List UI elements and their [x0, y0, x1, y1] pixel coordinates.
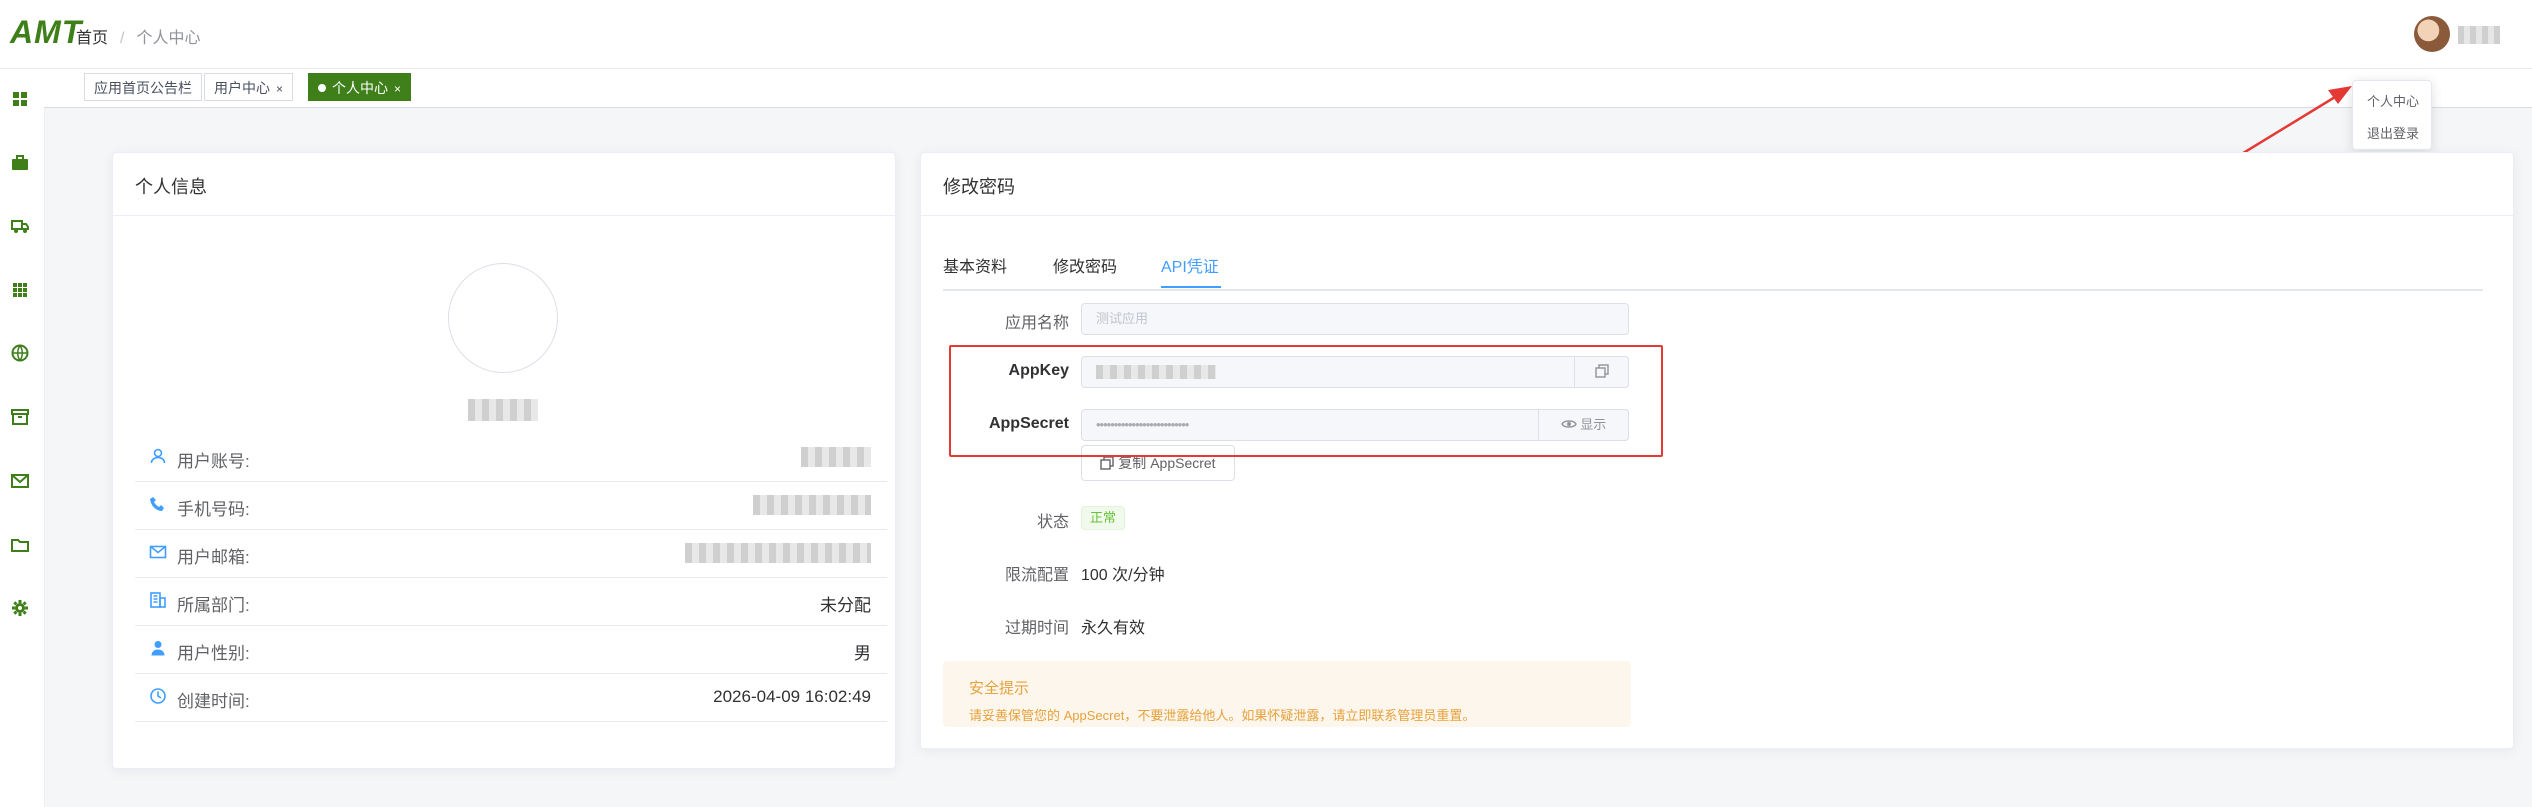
rate-limit-value: 100 次/分钟: [1081, 567, 1165, 584]
info-label: 创建时间:: [177, 692, 250, 711]
info-row-phone: 手机号码:: [135, 481, 887, 530]
building-icon: [150, 592, 166, 608]
profile-card: 个人信息 用户账号: 手机号码: 用户邮箱: 所属部门: 未分配 用户性别: 男…: [112, 152, 896, 769]
folder-icon[interactable]: [10, 535, 30, 555]
clock-icon: [150, 688, 166, 704]
tab-active-indicator: [1161, 286, 1221, 288]
user-avatar-menu[interactable]: [2414, 16, 2504, 56]
tag-app-notice[interactable]: 应用首页公告栏: [84, 73, 202, 101]
status-label: 状态: [1036, 514, 1069, 531]
email-value-blurred: [685, 543, 871, 563]
app-name-label: 应用名称: [1004, 315, 1069, 332]
top-bar: AMT 首页 / 个人中心: [0, 0, 2532, 69]
profile-name-blurred: [468, 399, 538, 421]
alert-description: 请妥善保管您的 AppSecret，不要泄露给他人。如果怀疑泄露，请立即联系管理…: [969, 708, 1476, 723]
gender-value: 男: [854, 644, 871, 663]
active-dot-icon: [318, 84, 326, 92]
info-row-created: 创建时间: 2026-04-09 16:02:49: [135, 673, 887, 722]
tag-label: 应用首页公告栏: [94, 80, 192, 96]
annotation-highlight-box: [949, 345, 1663, 457]
breadcrumb-home[interactable]: 首页: [76, 30, 108, 47]
info-label: 用户邮箱:: [177, 548, 250, 567]
tag-label: 用户中心: [214, 80, 270, 96]
phone-icon: [150, 497, 164, 511]
tab-change-password[interactable]: 修改密码: [1053, 253, 1117, 277]
phone-value-blurred: [753, 495, 871, 515]
tag-label: 个人中心: [332, 80, 388, 96]
tab-basic-info[interactable]: 基本资料: [943, 253, 1007, 277]
info-label: 手机号码:: [177, 500, 250, 519]
info-row-gender: 用户性别: 男: [135, 625, 887, 674]
user-dropdown-menu: 个人中心 退出登录: [2352, 80, 2432, 150]
dashboard-icon[interactable]: [10, 89, 30, 109]
close-icon[interactable]: ×: [394, 82, 401, 96]
info-label: 用户性别:: [177, 644, 250, 663]
menu-item-logout[interactable]: 退出登录: [2367, 123, 2419, 142]
tag-user-center[interactable]: 用户中心 ×: [204, 73, 294, 101]
info-row-department: 所属部门: 未分配: [135, 577, 887, 626]
expire-value: 永久有效: [1081, 620, 1146, 637]
breadcrumb-separator: /: [120, 30, 125, 47]
settings-tabs: 基本资料 修改密码 API凭证: [943, 249, 2483, 291]
divider: [113, 215, 895, 216]
gear-icon[interactable]: [10, 598, 30, 618]
tag-profile-center[interactable]: 个人中心 ×: [308, 73, 412, 101]
briefcase-icon[interactable]: [10, 153, 30, 173]
card-title: 个人信息: [135, 177, 207, 197]
info-row-account: 用户账号:: [135, 433, 887, 482]
app-name-input[interactable]: 测试应用: [1081, 303, 1629, 335]
expire-label: 过期时间: [1004, 620, 1069, 637]
close-icon[interactable]: ×: [276, 82, 283, 96]
tab-api-credentials[interactable]: API凭证: [1161, 253, 1219, 277]
tags-bar: 应用首页公告栏 用户中心 × 个人中心 ×: [44, 69, 2532, 108]
copy-icon: [1100, 456, 1115, 470]
department-value: 未分配: [820, 596, 871, 615]
menu-item-profile[interactable]: 个人中心: [2367, 91, 2419, 110]
created-value: 2026-04-09 16:02:49: [713, 687, 871, 706]
divider: [921, 215, 2513, 216]
status-badge: 正常: [1081, 506, 1126, 530]
alert-title: 安全提示: [969, 680, 1030, 697]
info-label: 用户账号:: [177, 452, 250, 471]
avatar[interactable]: [2414, 16, 2450, 52]
security-alert: 安全提示 请妥善保管您的 AppSecret，不要泄露给他人。如果怀疑泄露，请立…: [943, 661, 1631, 727]
mail-icon: [149, 545, 167, 559]
globe-icon[interactable]: [10, 343, 30, 363]
profile-avatar[interactable]: [448, 263, 558, 373]
breadcrumb-current: 个人中心: [136, 30, 201, 47]
breadcrumb: 首页 / 个人中心: [76, 24, 200, 48]
card-title: 修改密码: [943, 177, 1015, 197]
app-logo[interactable]: AMT: [10, 14, 82, 51]
sidebar: [0, 69, 45, 807]
username-blurred: [2458, 26, 2500, 44]
mail-icon[interactable]: [10, 471, 30, 491]
info-row-email: 用户邮箱:: [135, 529, 887, 578]
person-icon: [151, 641, 165, 656]
copy-appsecret-label: 复制 AppSecret: [1118, 455, 1216, 471]
user-icon: [150, 448, 166, 464]
account-value-blurred: [801, 447, 871, 467]
settings-card: 修改密码 基本资料 修改密码 API凭证 应用名称 测试应用 AppKey Ap…: [920, 152, 2514, 749]
rate-limit-label: 限流配置: [1004, 567, 1069, 584]
info-label: 所属部门:: [177, 596, 250, 615]
truck-icon[interactable]: [10, 216, 30, 236]
archive-icon[interactable]: [10, 407, 30, 427]
grid-icon[interactable]: [10, 280, 30, 300]
